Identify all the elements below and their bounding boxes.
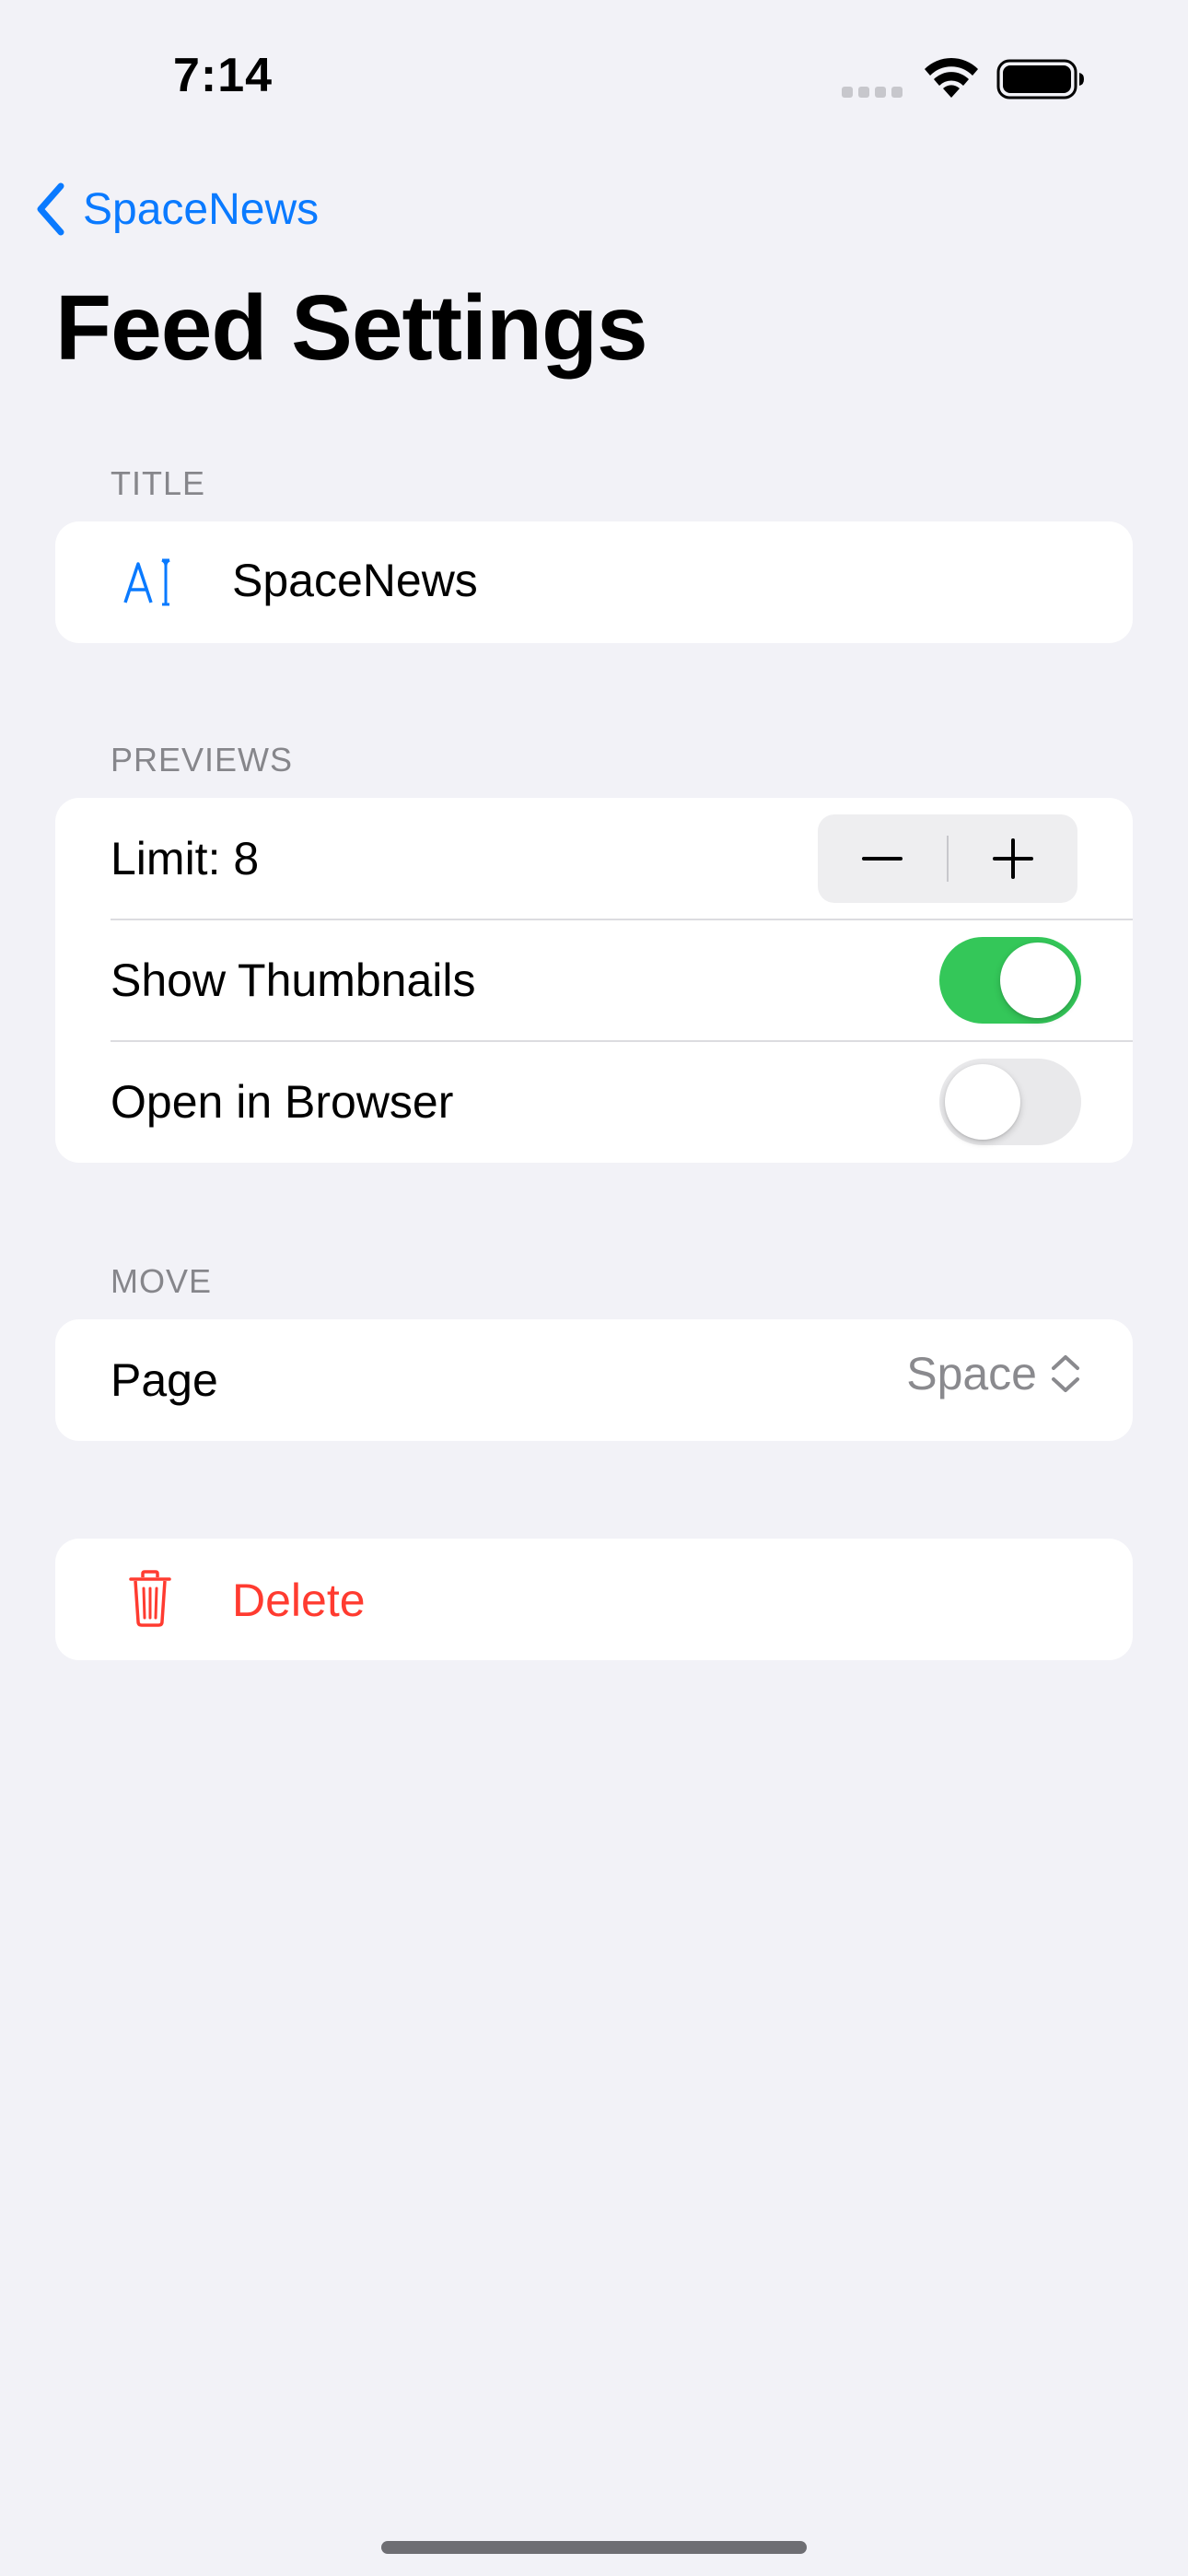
decrement-button[interactable] (818, 814, 947, 903)
delete-button[interactable]: Delete (55, 1539, 1133, 1660)
show-thumbnails-toggle[interactable] (939, 937, 1081, 1024)
chevron-up-down-icon (1052, 1355, 1079, 1392)
page-row[interactable]: Page Space (55, 1319, 1133, 1441)
open-in-browser-label: Open in Browser (111, 1076, 454, 1128)
show-thumbnails-row: Show Thumbnails (55, 919, 1133, 1041)
section-header-title: TITLE (111, 464, 206, 502)
text-cursor-icon (123, 558, 170, 606)
title-card (55, 521, 1133, 643)
section-header-move: MOVE (111, 1262, 213, 1300)
plus-icon (993, 838, 1033, 879)
previews-card: Limit: 8 Show Thumbnails Open in Browser (55, 798, 1133, 1163)
back-button[interactable]: SpaceNews (33, 179, 319, 240)
page-picker[interactable]: Space (906, 1347, 1081, 1400)
limit-label: Limit: 8 (111, 833, 260, 884)
toggle-knob (945, 1064, 1020, 1140)
status-time: 7:14 (173, 49, 274, 102)
page-label: Page (111, 1354, 218, 1406)
cellular-signal-icon (842, 87, 903, 98)
title-field[interactable] (232, 544, 1098, 617)
delete-label: Delete (232, 1575, 366, 1626)
page-title: Feed Settings (55, 276, 648, 380)
battery-icon (996, 59, 1084, 100)
limit-stepper[interactable] (818, 814, 1077, 903)
chevron-left-icon (37, 182, 64, 236)
minus-icon (862, 857, 903, 861)
section-header-previews: PREVIEWS (111, 741, 294, 779)
limit-row: Limit: 8 (55, 798, 1133, 919)
open-in-browser-row: Open in Browser (55, 1041, 1133, 1163)
move-card: Page Space (55, 1319, 1133, 1441)
home-indicator[interactable] (381, 2541, 807, 2554)
wifi-icon (925, 57, 978, 98)
increment-button[interactable] (949, 814, 1077, 903)
open-in-browser-toggle[interactable] (939, 1059, 1081, 1145)
show-thumbnails-label: Show Thumbnails (111, 954, 476, 1006)
trash-icon (129, 1570, 171, 1627)
toggle-knob (1000, 943, 1076, 1018)
back-button-label: SpaceNews (83, 184, 320, 234)
page-picker-value: Space (906, 1348, 1037, 1399)
